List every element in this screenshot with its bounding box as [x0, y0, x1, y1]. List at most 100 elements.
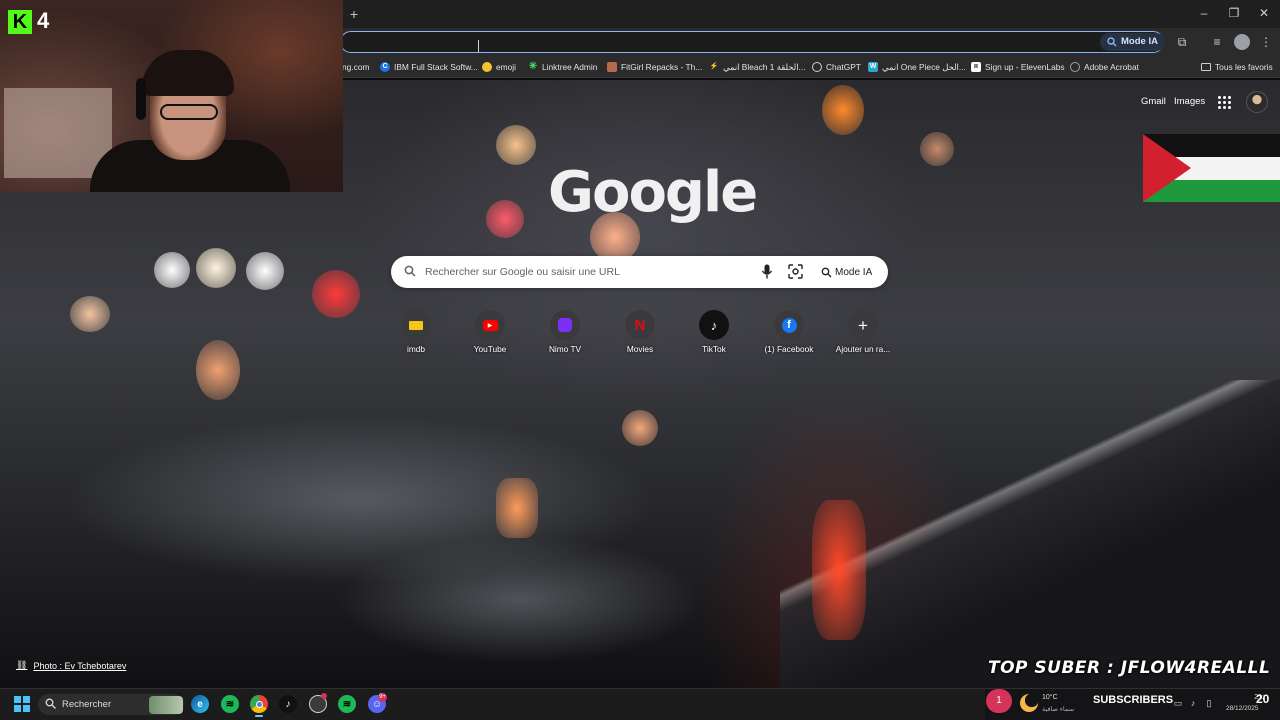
- shortcut-label: (1) Facebook: [764, 344, 814, 354]
- search-input[interactable]: [425, 264, 745, 280]
- bolt-icon: ⚡: [709, 63, 719, 70]
- search-highlight-image: [149, 696, 183, 714]
- palestine-flag: [1143, 134, 1280, 202]
- bookmark-item[interactable]: emoji: [482, 56, 516, 78]
- google-lens-icon[interactable]: [788, 264, 803, 279]
- c-icon: C: [380, 62, 390, 72]
- all-bookmarks-label: Tous les favoris: [1215, 62, 1273, 72]
- facebook-icon: f: [774, 310, 804, 340]
- globe-icon: [1070, 62, 1080, 72]
- network-icon[interactable]: ▭: [1172, 698, 1184, 708]
- google-account-avatar[interactable]: [1246, 91, 1268, 113]
- bookmark-item[interactable]: Adobe Acrobat: [1070, 56, 1139, 78]
- google-apps-icon[interactable]: [1218, 96, 1232, 110]
- spotify-icon[interactable]: ≋: [338, 695, 356, 713]
- minimize-icon[interactable]: –: [1196, 6, 1212, 20]
- mode-ia-button[interactable]: Mode IA: [813, 261, 880, 283]
- shortcut-label: Ajouter un ra...: [835, 344, 891, 354]
- shortcut-label: imdb: [407, 344, 425, 354]
- spotify-icon[interactable]: ≋: [221, 695, 239, 713]
- volume-icon[interactable]: ♪: [1187, 698, 1199, 708]
- shortcut-add[interactable]: + Ajouter un ra...: [833, 310, 893, 366]
- windows-start-icon[interactable]: [14, 696, 30, 712]
- shortcut-label: Nimo TV: [548, 344, 582, 354]
- kick-logo-icon: K: [8, 10, 32, 34]
- bookmark-label: Adobe Acrobat: [1084, 62, 1139, 72]
- new-tab-button[interactable]: +: [346, 6, 362, 22]
- emoji-icon: [482, 62, 492, 72]
- taskbar-search-label: Rechercher: [62, 699, 112, 710]
- shortcut-movies[interactable]: N Movies: [610, 310, 670, 366]
- bokeh-light: [822, 85, 864, 135]
- chatgpt-icon: [812, 62, 822, 72]
- active-app-indicator: [255, 715, 263, 717]
- link-icon: ⛓: [16, 660, 28, 670]
- subscribers-count: 20: [1256, 692, 1270, 706]
- edge-icon[interactable]: e: [191, 695, 209, 713]
- youtube-icon: ▶: [475, 310, 505, 340]
- bokeh-light: [196, 248, 236, 288]
- images-link[interactable]: Images: [1174, 96, 1205, 107]
- media-controls-icon[interactable]: ≡: [1209, 34, 1225, 50]
- close-icon[interactable]: ✕: [1256, 6, 1272, 20]
- weather-temperature[interactable]: 10°C: [1042, 694, 1058, 701]
- maximize-icon[interactable]: ❐: [1226, 6, 1242, 20]
- battery-icon[interactable]: ▯: [1203, 698, 1215, 708]
- microphone-icon[interactable]: [761, 264, 773, 279]
- bookmark-label: انمي Bleach الحلقة 1...: [723, 62, 806, 72]
- bookmark-item[interactable]: ng.com: [342, 56, 369, 78]
- chrome-icon[interactable]: [250, 695, 268, 713]
- bookmark-item[interactable]: ıı Sign up - ElevenLabs: [971, 56, 1065, 78]
- shortcut-facebook[interactable]: f (1) Facebook: [759, 310, 819, 366]
- bokeh-light: [812, 500, 866, 640]
- bookmark-item[interactable]: ⚡ انمي Bleach الحلقة 1...: [709, 56, 806, 78]
- bokeh-light: [622, 410, 658, 446]
- screen: + – ❐ ✕ Mode IA ⧉ ≡ ⋮ ng.com C IBM Full S…: [0, 0, 1280, 720]
- bookmark-item[interactable]: C IBM Full Stack Softw...: [380, 56, 478, 78]
- photo-credit-label: Photo : Ev Tchebotarev: [33, 660, 127, 671]
- omnibox-mode-label: Mode IA: [1121, 36, 1158, 47]
- webcam-glasses: [160, 104, 218, 120]
- shortcut-youtube[interactable]: ▶ YouTube: [460, 310, 520, 366]
- sparkle-search-icon: [821, 267, 832, 277]
- menu-kebab-icon[interactable]: ⋮: [1258, 34, 1274, 50]
- elevenlabs-icon: ıı: [971, 62, 981, 72]
- photo-credit-link[interactable]: ⛓ Photo : Ev Tchebotarev: [16, 660, 126, 671]
- imdb-icon: [401, 310, 431, 340]
- w-icon: W: [868, 62, 878, 72]
- webcam-person-hair: [142, 50, 234, 96]
- profile-avatar[interactable]: [1234, 34, 1250, 50]
- bookmark-label: Sign up - ElevenLabs: [985, 62, 1065, 72]
- search-icon: [404, 265, 416, 277]
- bokeh-light: [70, 296, 110, 332]
- bookmark-label: IBM Full Stack Softw...: [394, 62, 478, 72]
- bokeh-light: [496, 125, 536, 165]
- shortcut-imdb[interactable]: imdb: [386, 310, 446, 366]
- extensions-icon[interactable]: ⧉: [1174, 34, 1190, 50]
- moon-weather-icon: [1020, 694, 1038, 712]
- omnibox-mode-ia-button[interactable]: Mode IA: [1100, 33, 1165, 51]
- tiktok-icon[interactable]: ♪: [279, 695, 297, 713]
- shortcut-tiktok[interactable]: ♪ TikTok: [684, 310, 744, 366]
- plus-icon: +: [848, 310, 878, 340]
- tiktok-icon: ♪: [699, 310, 729, 340]
- shortcut-nimo-tv[interactable]: Nimo TV: [535, 310, 595, 366]
- bokeh-light: [496, 478, 538, 538]
- shortcut-label: YouTube: [473, 344, 507, 354]
- nimo-icon: [550, 310, 580, 340]
- bookmark-label: انمي One Piece الحل...: [882, 62, 966, 72]
- address-bar[interactable]: [340, 31, 1164, 53]
- bokeh-light: [486, 200, 524, 238]
- bookmark-item[interactable]: ✳ Linktree Admin: [528, 56, 598, 78]
- bookmark-item[interactable]: W انمي One Piece الحل...: [868, 56, 966, 78]
- all-bookmarks-folder[interactable]: Tous les favoris: [1201, 56, 1273, 78]
- bokeh-light: [920, 132, 954, 166]
- fitgirl-icon: [607, 62, 617, 72]
- bookmark-item[interactable]: FitGirl Repacks - Th...: [607, 56, 702, 78]
- top-suber-banner: TOP SUBER : JFLOW4REALLL: [988, 658, 1271, 678]
- shortcut-label: Movies: [626, 344, 654, 354]
- clock-date[interactable]: 28/12/2025: [1226, 705, 1259, 712]
- gmail-link[interactable]: Gmail: [1141, 96, 1166, 107]
- bokeh-light: [154, 252, 190, 288]
- bookmark-item[interactable]: ChatGPT: [812, 56, 861, 78]
